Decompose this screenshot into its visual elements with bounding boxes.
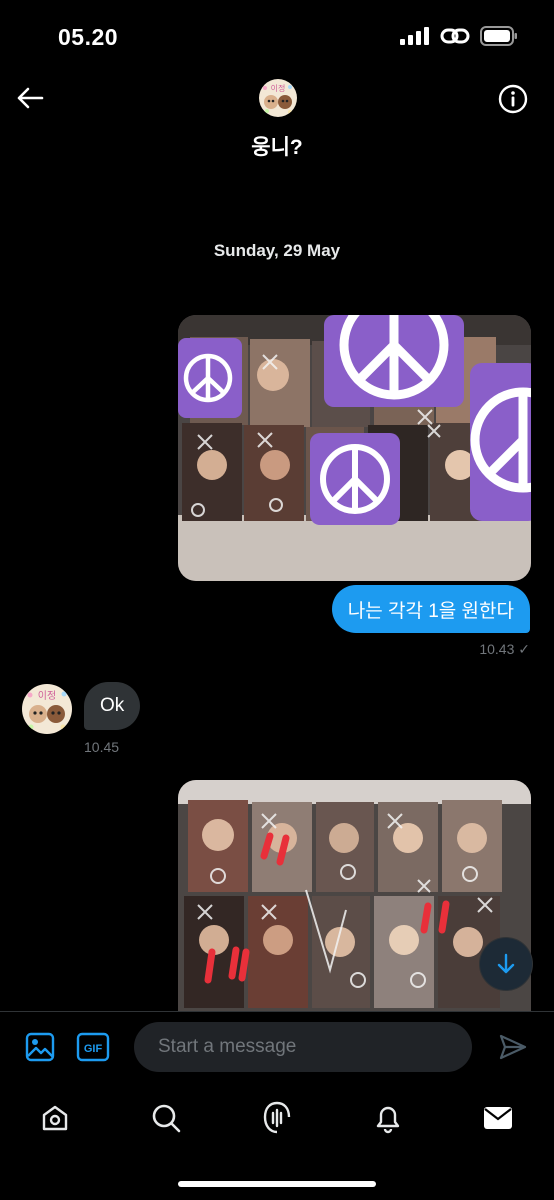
tab-messages[interactable]: [476, 1098, 520, 1138]
search-icon: [152, 1104, 181, 1133]
image-message[interactable]: [178, 315, 531, 581]
image-message[interactable]: [178, 780, 531, 1012]
link-icon: [440, 28, 470, 44]
conversation-title[interactable]: 웅니?: [0, 131, 554, 161]
signal-icon: [400, 27, 429, 45]
message-timestamp: 10.45: [84, 739, 120, 755]
sender-avatar[interactable]: 이정: [22, 684, 72, 734]
battery-icon: [480, 26, 517, 46]
back-button[interactable]: [12, 80, 48, 116]
status-time: 05.20: [58, 24, 119, 50]
tab-spaces[interactable]: [255, 1098, 299, 1138]
add-media-button[interactable]: [22, 1029, 58, 1065]
avatar-text: 이정: [38, 690, 56, 702]
avatar-text: 이정: [271, 83, 286, 93]
send-button[interactable]: [494, 1028, 532, 1066]
arrow-down-icon: [497, 953, 515, 974]
tab-home[interactable]: [33, 1098, 77, 1138]
image-icon: [25, 1032, 55, 1062]
info-icon: [498, 84, 528, 114]
gif-button[interactable]: GIF: [75, 1030, 111, 1064]
home-icon: [42, 1105, 68, 1131]
conversation-info-button[interactable]: [496, 82, 530, 116]
scroll-to-bottom-button[interactable]: [480, 938, 532, 990]
send-icon: [499, 1034, 527, 1060]
arrow-left-icon: [17, 87, 44, 109]
incoming-message-bubble[interactable]: Ok: [84, 682, 141, 730]
message-timestamp: 10.43 ✓: [479, 641, 530, 657]
gif-icon: GIF: [76, 1032, 110, 1062]
messages-icon: [484, 1107, 512, 1129]
message-input[interactable]: [134, 1022, 472, 1072]
spaces-icon: [263, 1101, 291, 1134]
header-avatar[interactable]: 이정: [259, 79, 297, 117]
status-icons: [400, 26, 518, 46]
date-separator: Sunday, 29 May: [213, 241, 341, 260]
tab-search[interactable]: [144, 1098, 188, 1138]
outgoing-message-bubble[interactable]: 나는 각각 1을 원한다: [331, 585, 530, 633]
home-indicator: [178, 1181, 376, 1187]
notifications-icon: [376, 1106, 400, 1134]
tab-notifications[interactable]: [366, 1098, 410, 1138]
gif-label: GIF: [84, 1043, 103, 1055]
